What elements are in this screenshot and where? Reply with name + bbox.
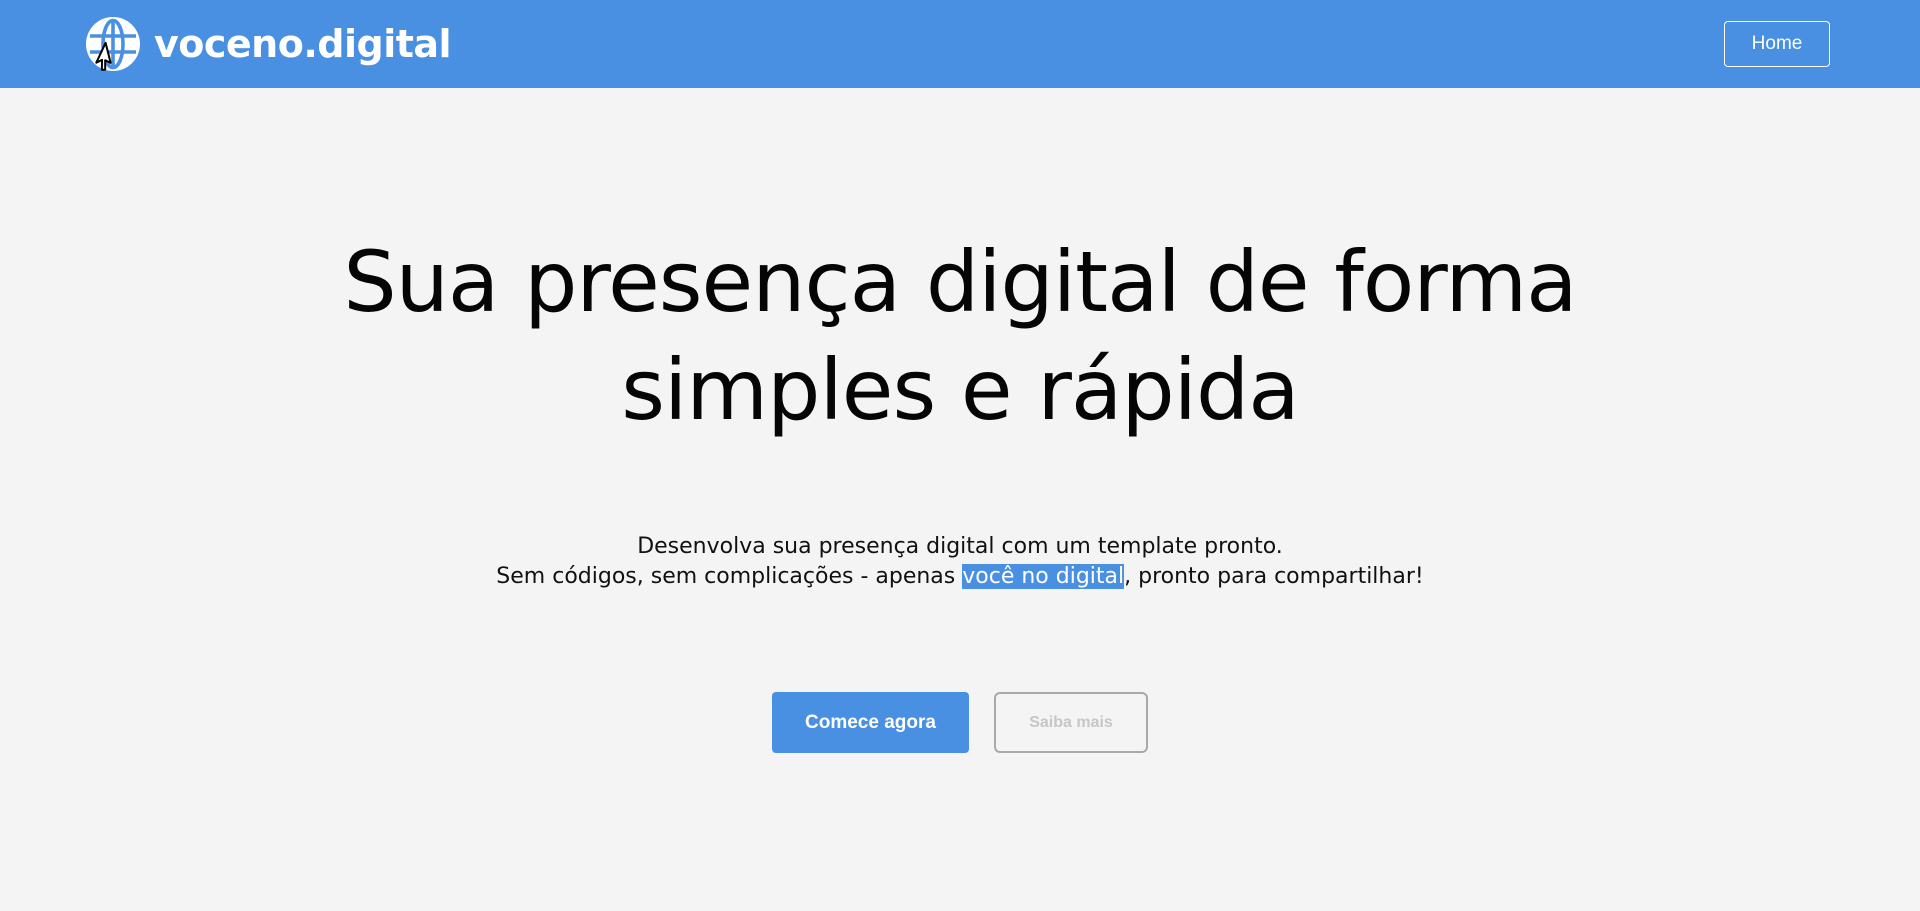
hero-subtitle-line-2-start: Sem códigos, sem complicações - apenas	[496, 564, 963, 589]
hero-title-line-1: Sua presença digital de forma	[343, 233, 1577, 331]
get-started-button[interactable]: Comece agora	[772, 692, 969, 753]
selected-text-highlight: você no digital	[962, 564, 1125, 589]
hero-title-line-2: simples e rápida	[621, 341, 1300, 439]
learn-more-button[interactable]: Saiba mais	[994, 692, 1148, 753]
brand-logo-link[interactable]: voceno.digital	[84, 14, 452, 74]
hero-subtitle: Desenvolva sua presença digital com um t…	[0, 532, 1920, 592]
mouse-cursor-icon	[95, 41, 112, 71]
navbar: voceno.digital Home	[0, 0, 1920, 88]
brand-name: voceno.digital	[154, 22, 452, 66]
nav-home-button[interactable]: Home	[1724, 21, 1830, 67]
hero-subtitle-line-1: Desenvolva sua presença digital com um t…	[637, 534, 1283, 559]
hero-title: Sua presença digital de forma simples e …	[0, 228, 1920, 444]
hero-subtitle-line-2-end: , pronto para compartilhar!	[1124, 564, 1424, 589]
